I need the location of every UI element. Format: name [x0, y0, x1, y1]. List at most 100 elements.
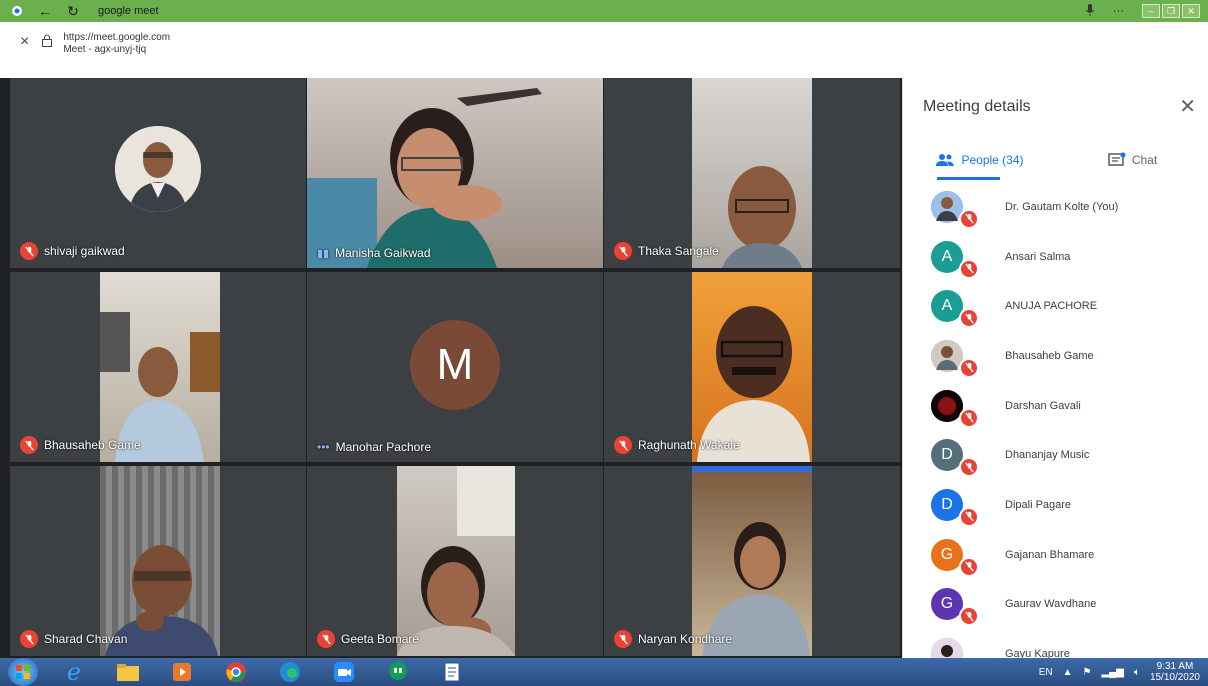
url-bar: × https://meet.google.com Meet - agx-uny… — [0, 22, 1208, 78]
hangouts-icon[interactable] — [374, 659, 422, 685]
mic-off-icon — [959, 457, 979, 478]
mic-off-icon — [959, 556, 979, 577]
tab-chat[interactable]: Chat — [1056, 140, 1208, 180]
tab-people[interactable]: People (34) — [903, 140, 1056, 180]
zoom-icon[interactable] — [320, 659, 368, 685]
avatar: M — [410, 320, 500, 410]
page-subtitle: Meet - agx-unyj-tjq — [63, 44, 147, 55]
avatar: D — [931, 488, 979, 527]
participant-video — [307, 78, 603, 268]
participant-video — [692, 78, 812, 268]
mic-off-icon — [20, 436, 38, 454]
participant-list-name: Dhananjay Music — [1005, 449, 1090, 462]
tab-chat-label: Chat — [1131, 153, 1158, 167]
participant-video — [100, 272, 220, 462]
participant-tile[interactable]: Geeta Bomare — [307, 466, 603, 656]
mic-off-icon — [959, 258, 979, 279]
avatar: A — [931, 240, 979, 279]
system-tray: EN ▲ ⚑ ▂▄▆ 🔈︎ 9:31 AM 15/10/2020 — [1039, 658, 1200, 686]
close-panel-button[interactable]: ✕ — [1179, 94, 1196, 119]
window-title: google meet — [98, 5, 159, 17]
participant-tile[interactable]: shivaji gaikwad — [10, 78, 306, 268]
window-controls: – ❐ ✕ — [1142, 4, 1200, 18]
participant-tile[interactable]: ▮▮ Manisha Gaikwad — [307, 78, 603, 268]
mic-off-icon — [959, 506, 979, 527]
participant-list-name: Bhausaheb Game — [1005, 349, 1094, 362]
participant-list-name: Gajanan Bhamare — [1005, 548, 1095, 561]
volume-icon[interactable]: 🔈︎ — [1134, 667, 1140, 678]
panel-title: Meeting details — [923, 98, 1031, 115]
avatar: G — [931, 538, 979, 577]
mic-off-icon — [614, 242, 632, 260]
participant-video — [397, 466, 515, 656]
participant-tile[interactable]: Sharad Chavan — [10, 466, 306, 656]
participant-video — [692, 272, 812, 462]
clock[interactable]: 9:31 AM 15/10/2020 — [1150, 661, 1200, 683]
avatar: G — [931, 588, 979, 627]
clock-time: 9:31 AM — [1156, 661, 1194, 672]
minimize-button[interactable]: – — [1142, 4, 1160, 18]
video-grid: shivaji gaikwad ▮▮ Manisha Gaikwad Thaka… — [0, 78, 902, 658]
participant-name: Sharad Chavan — [20, 630, 127, 648]
participant-list-name: Gaurav Wavdhane — [1005, 598, 1097, 611]
list-item[interactable]: G Gaurav Wavdhane — [903, 580, 1208, 630]
document-icon[interactable] — [428, 659, 476, 685]
participant-tile[interactable]: Bhausaheb Game — [10, 272, 306, 462]
people-icon — [936, 154, 955, 166]
page-url[interactable]: https://meet.google.com — [63, 32, 170, 44]
network-icon[interactable]: ▂▄▆ — [1101, 667, 1123, 678]
language-indicator[interactable]: EN — [1039, 667, 1053, 678]
mic-off-icon — [614, 436, 632, 454]
list-item[interactable]: Dr. Gautam Kolte (You) — [903, 182, 1208, 232]
participant-name: shivaji gaikwad — [20, 242, 125, 260]
microphone-icon[interactable] — [1085, 3, 1095, 20]
show-hidden-icons-icon[interactable]: ▲ — [1063, 667, 1073, 678]
participant-tile[interactable]: Naryan Kondhare — [604, 466, 900, 656]
edge-icon[interactable] — [266, 659, 314, 685]
mic-off-icon — [959, 308, 979, 329]
list-item[interactable]: A Ansari Salma — [903, 232, 1208, 282]
list-item[interactable]: D Dipali Pagare — [903, 480, 1208, 530]
participant-list-name: Dr. Gautam Kolte (You) — [1005, 200, 1119, 213]
flag-icon[interactable]: ⚑ — [1083, 667, 1092, 678]
media-player-icon[interactable] — [158, 659, 206, 685]
participant-tile[interactable]: M ••• Manohar Pachore — [307, 272, 603, 462]
participant-name: Raghunath Wakale — [614, 436, 740, 454]
participant-name: Naryan Kondhare — [614, 630, 732, 648]
participant-name: Bhausaheb Game — [20, 436, 141, 454]
close-icon[interactable]: × — [20, 34, 29, 50]
file-explorer-icon[interactable] — [104, 659, 152, 685]
mic-off-icon — [959, 606, 979, 627]
more-options-icon[interactable]: ••• — [317, 440, 330, 454]
participant-name: Geeta Bomare — [317, 630, 419, 648]
list-item[interactable]: Bhausaheb Game — [903, 331, 1208, 381]
start-button[interactable] — [8, 658, 38, 686]
chrome-icon[interactable] — [212, 659, 260, 685]
reload-icon[interactable]: ↻ — [64, 2, 82, 20]
participant-tile[interactable]: Thaka Sangale — [604, 78, 900, 268]
list-item[interactable]: A ANUJA PACHORE — [903, 281, 1208, 331]
browser-titlebar: ← ↻ google meet ··· – ❐ ✕ — [0, 0, 1208, 22]
avatar — [115, 126, 201, 212]
mic-off-icon — [614, 630, 632, 648]
taskbar: e EN ▲ ⚑ ▂▄▆ 🔈︎ 9:31 AM 15/10/2020 — [0, 658, 1208, 686]
mic-off-icon — [317, 630, 335, 648]
list-item[interactable]: G Gajanan Bhamare — [903, 530, 1208, 580]
list-item[interactable]: Darshan Gavali — [903, 381, 1208, 431]
mic-off-icon — [959, 208, 979, 229]
back-arrow-icon[interactable]: ← — [36, 2, 54, 20]
participant-list-name: Darshan Gavali — [1005, 399, 1081, 412]
more-icon[interactable]: ··· — [1113, 5, 1124, 17]
maximize-button[interactable]: ❐ — [1162, 4, 1180, 18]
participant-tile[interactable]: Raghunath Wakale — [604, 272, 900, 462]
avatar — [931, 389, 979, 428]
participant-video — [100, 466, 220, 656]
avatar — [931, 339, 979, 378]
list-item[interactable]: D Dhananjay Music — [903, 430, 1208, 480]
internet-explorer-icon[interactable]: e — [50, 658, 98, 686]
clock-date: 15/10/2020 — [1149, 672, 1200, 683]
browser-logo-icon — [8, 2, 26, 20]
window-close-button[interactable]: ✕ — [1182, 4, 1200, 18]
participant-video — [692, 466, 812, 656]
participant-name: Thaka Sangale — [614, 242, 719, 260]
